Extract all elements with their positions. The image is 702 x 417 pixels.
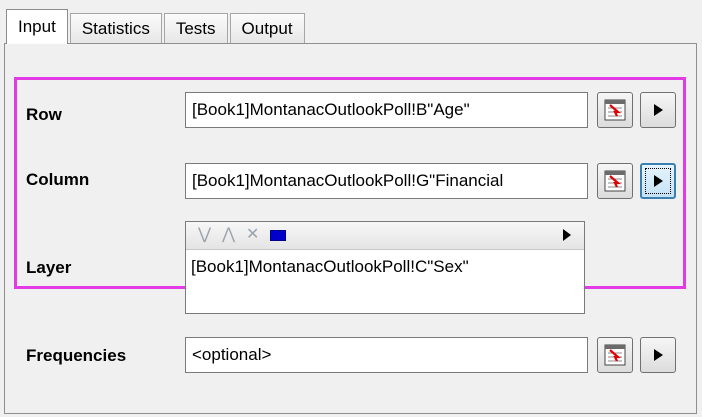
tab-output[interactable]: Output xyxy=(229,13,305,44)
column-select-range-button[interactable] xyxy=(597,163,633,199)
select-range-icon xyxy=(604,344,626,366)
layer-list[interactable]: ⋁ ⋀ ✕ [Book1]MontanacOutlookPoll!C"Sex" xyxy=(185,221,585,314)
tab-tests[interactable]: Tests xyxy=(163,13,228,44)
move-down-icon[interactable]: ⋁ xyxy=(198,226,211,244)
expand-arrow-icon[interactable] xyxy=(562,228,572,247)
column-more-button[interactable] xyxy=(640,163,676,199)
frequencies-input[interactable]: <optional> xyxy=(185,337,588,373)
select-range-icon xyxy=(604,170,626,192)
move-up-icon[interactable]: ⋀ xyxy=(222,226,235,244)
layer-label: Layer xyxy=(26,258,72,277)
column-input[interactable]: [Book1]MontanacOutlookPoll!G"Financial xyxy=(185,163,588,199)
row-label: Row xyxy=(26,105,62,124)
play-arrow-icon xyxy=(654,104,663,116)
frequencies-label: Frequencies xyxy=(26,346,127,365)
row-more-button[interactable] xyxy=(640,92,676,128)
column-label: Column xyxy=(26,170,90,189)
layer-list-item[interactable]: [Book1]MontanacOutlookPoll!C"Sex" xyxy=(191,257,469,277)
frequencies-select-range-button[interactable] xyxy=(597,337,633,373)
layer-toolbar: ⋁ ⋀ ✕ xyxy=(186,222,584,250)
row-input[interactable]: [Book1]MontanacOutlookPoll!B"Age" xyxy=(185,92,588,128)
play-arrow-icon xyxy=(654,175,663,187)
select-range-icon xyxy=(604,99,626,121)
tab-input[interactable]: Input xyxy=(6,9,68,44)
frequencies-more-button[interactable] xyxy=(640,337,676,373)
row-select-range-button[interactable] xyxy=(597,92,633,128)
play-arrow-icon xyxy=(654,349,663,361)
delete-icon[interactable]: ✕ xyxy=(246,226,259,244)
focus-ring xyxy=(645,168,671,194)
tab-statistics[interactable]: Statistics xyxy=(69,13,162,44)
color-swatch-icon[interactable] xyxy=(270,230,286,241)
tab-bar: Input Statistics Tests Output xyxy=(6,9,307,44)
